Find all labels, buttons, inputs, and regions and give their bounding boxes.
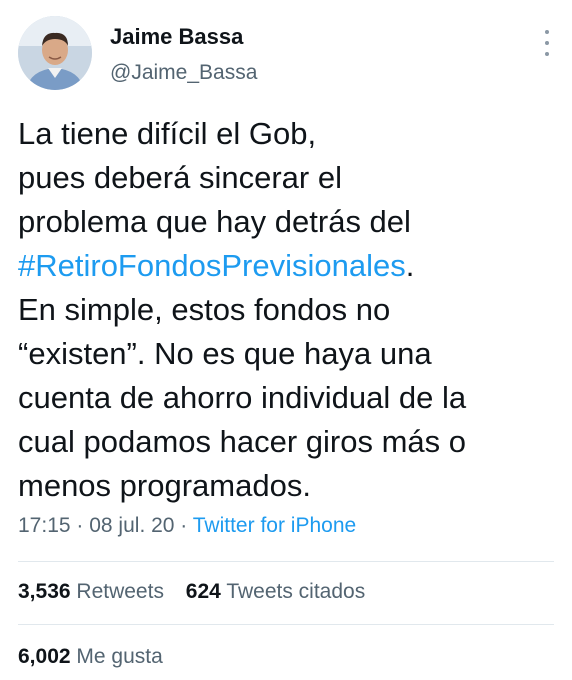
divider [18,624,554,625]
quotes-count: 624 [185,580,221,603]
tweet-time[interactable]: 17:15 [18,514,71,537]
tweet-line: “existen”. No es que haya una [18,336,432,371]
tweet-line: cual podamos hacer giros más o [18,424,467,459]
retweets-label: Retweets [76,580,164,603]
likes-count: 6,002 [18,645,71,668]
more-vertical-icon[interactable] [542,30,552,56]
meta-separator: · [174,514,193,537]
retweets-stat[interactable]: 3,536 Retweets [18,580,164,603]
tweet-line: pues deberá sincerar el [18,160,342,195]
more-dot [545,52,549,56]
quotes-label: Tweets citados [226,580,366,603]
tweet-header: Jaime Bassa @Jaime_Bassa [18,16,554,96]
tweet-line: menos programados. [18,468,311,503]
hashtag-link[interactable]: #RetiroFondosPrevisionales [18,248,406,283]
meta-separator: · [70,514,90,537]
tweet-line-hashtag: #RetiroFondosPrevisionales. [18,244,558,288]
engagement-stats: 3,536 Retweets 624 Tweets citados [18,580,381,604]
more-dot [545,30,549,34]
tweet-line: En simple, estos fondos no [18,292,391,327]
quotes-stat[interactable]: 624 Tweets citados [186,580,365,603]
profile-photo [18,16,92,90]
tweet-text: La tiene difícil el Gob, pues deberá sin… [18,112,558,508]
tweet-meta: 17:15 · 08 jul. 20 · Twitter for iPhone [18,514,356,538]
hashtag-suffix: . [405,248,415,283]
likes-stat[interactable]: 6,002 Me gusta [18,645,163,669]
tweet-date[interactable]: 08 jul. 20 [89,514,174,537]
avatar[interactable] [18,16,92,90]
author-name[interactable]: Jaime Bassa [110,24,243,50]
tweet-source-link[interactable]: Twitter for iPhone [193,514,356,537]
tweet-line: cuenta de ahorro individual de la [18,380,467,415]
likes-label: Me gusta [76,645,163,668]
divider [18,561,554,562]
retweets-count: 3,536 [18,580,71,603]
tweet-line: La tiene difícil el Gob, [18,116,317,151]
author-handle[interactable]: @Jaime_Bassa [110,61,257,85]
tweet-line: problema que hay detrás del [18,204,411,239]
more-dot [545,41,549,45]
